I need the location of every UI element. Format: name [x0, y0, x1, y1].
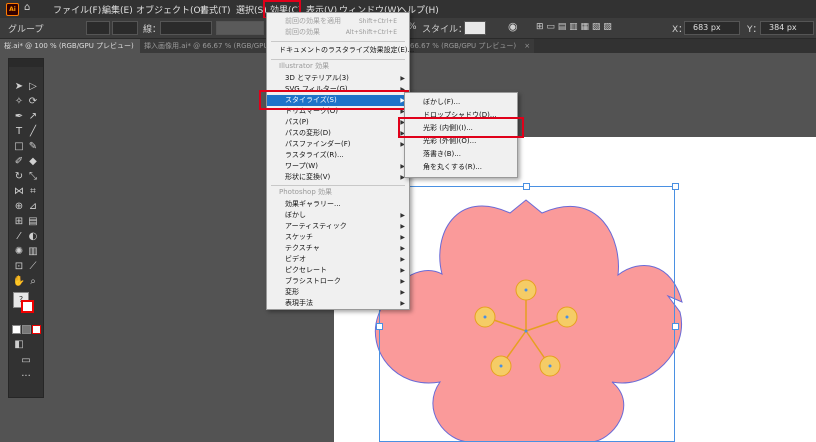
- menu-item-stylize-ps[interactable]: 表現手法 ▶: [267, 298, 409, 309]
- menu-header-illustrator: Illustrator 効果: [279, 62, 330, 70]
- menu-item-apply-last-effect[interactable]: 前回の効果を適用 Shift+Ctrl+E: [267, 16, 409, 27]
- menu-item-texture[interactable]: テクスチャ ▶: [267, 243, 409, 254]
- menu-item-warp[interactable]: ワープ(W) ▶: [267, 161, 409, 172]
- menu-item-blur[interactable]: ぼかし ▶: [267, 210, 409, 221]
- menu-item-rasterize[interactable]: ラスタライズ(R)...: [267, 150, 409, 161]
- menu-item-convert-shape[interactable]: 形状に変換(V) ▶: [267, 172, 409, 183]
- submenu-item-scribble[interactable]: 落書き(B)...: [405, 149, 517, 160]
- menu-item-artistic[interactable]: アーティスティック ▶: [267, 221, 409, 232]
- separator: [271, 185, 405, 186]
- selection-handle[interactable]: [376, 323, 383, 330]
- inner-glow-highlight-box: [398, 117, 524, 138]
- selection-bounding-box[interactable]: [379, 186, 675, 442]
- menu-item-pixelate[interactable]: ピクセレート ▶: [267, 265, 409, 276]
- selection-handle[interactable]: [523, 183, 530, 190]
- menu-item-path[interactable]: パス(P) ▶: [267, 117, 409, 128]
- submenu-item-round-corners[interactable]: 角を丸くする(R)...: [405, 162, 517, 173]
- menu-item-last-effect[interactable]: 前回の効果 Alt+Shift+Ctrl+E: [267, 27, 409, 38]
- submenu-item-feather[interactable]: ぼかし(F)...: [405, 97, 517, 108]
- menu-item-distort[interactable]: パスの変形(D) ▶: [267, 128, 409, 139]
- stylize-highlight-box: [259, 90, 409, 110]
- menu-item-brush-strokes[interactable]: ブラシストローク ▶: [267, 276, 409, 287]
- menu-header-photoshop: Photoshop 効果: [279, 188, 333, 196]
- selection-handle[interactable]: [672, 183, 679, 190]
- menu-item-video[interactable]: ビデオ ▶: [267, 254, 409, 265]
- menu-item-distort-ps[interactable]: 変形 ▶: [267, 287, 409, 298]
- menu-item-effect-gallery[interactable]: 効果ギャラリー...: [267, 199, 409, 210]
- menu-item-sketch[interactable]: スケッチ ▶: [267, 232, 409, 243]
- separator: [271, 41, 405, 42]
- menu-item-raster-settings[interactable]: ドキュメントのラスタライズ効果設定(E)...: [267, 45, 414, 56]
- menu-item-pathfinder[interactable]: パスファインダー(F) ▶: [267, 139, 409, 150]
- menu-item-3d[interactable]: 3D とマテリアル(3) ▶: [267, 73, 409, 84]
- selection-handle[interactable]: [672, 323, 679, 330]
- separator: [271, 59, 405, 60]
- effect-menu: 前回の効果を適用 Shift+Ctrl+E 前回の効果 Alt+Shift+Ctrl…: [266, 12, 414, 310]
